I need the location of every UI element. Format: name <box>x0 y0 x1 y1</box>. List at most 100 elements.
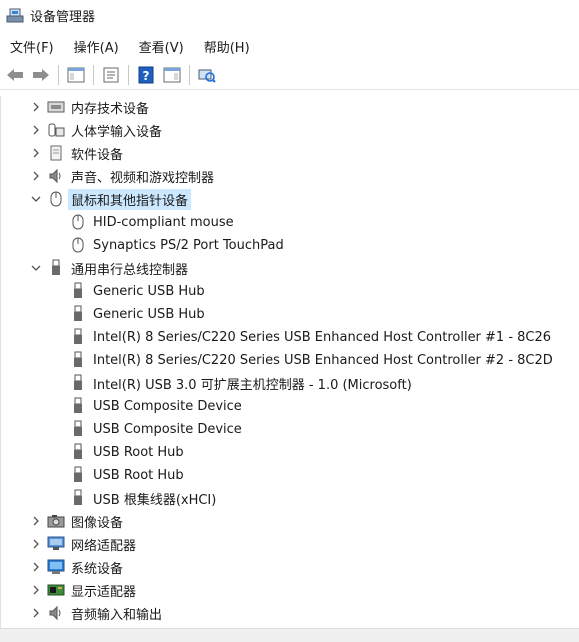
network-adapter-icon <box>47 536 65 552</box>
software-device-icon <box>47 145 65 161</box>
tree-category-label: 声音、视频和游戏控制器 <box>71 170 215 186</box>
properties-icon[interactable] <box>100 64 122 86</box>
tree-category-label: 图像设备 <box>71 515 124 531</box>
hid-icon <box>47 122 65 138</box>
tree-device-label: USB Composite Device <box>93 421 242 437</box>
tree-device-label: Generic USB Hub <box>93 283 205 299</box>
usb-icon <box>69 374 87 391</box>
tree-category-system-devices[interactable]: 系统设备 <box>31 556 123 578</box>
tree-device-item[interactable]: USB Root Hub <box>69 464 184 486</box>
tree-device-label: Intel(R) 8 Series/C220 Series USB Enhanc… <box>93 329 552 345</box>
tree-device-label: USB Composite Device <box>93 398 242 414</box>
tree-device-label: Generic USB Hub <box>93 306 205 322</box>
tree-category-label: 显示适配器 <box>71 584 137 600</box>
usb-icon <box>69 420 87 437</box>
tree-category-software-devices[interactable]: 软件设备 <box>31 142 123 164</box>
window-title: 设备管理器 <box>30 9 96 25</box>
tree-category-hid[interactable]: 人体学输入设备 <box>31 119 162 141</box>
forward-icon[interactable] <box>30 64 52 86</box>
tree-device-item[interactable]: Synaptics PS/2 Port TouchPad <box>69 234 284 256</box>
tree-device-label: Synaptics PS/2 Port TouchPad <box>93 237 284 253</box>
tree-category-label: 人体学输入设备 <box>71 124 163 140</box>
tree-category-usb-controllers[interactable]: 通用串行总线控制器 <box>31 257 188 279</box>
help-icon[interactable]: ? <box>135 64 157 86</box>
chevron-down-icon[interactable] <box>31 194 41 204</box>
usb-icon <box>69 282 87 299</box>
tree-category-memory-technology[interactable]: 内存技术设备 <box>31 96 149 118</box>
tree-device-item[interactable]: USB Root Hub <box>69 441 184 463</box>
tree-device-item[interactable]: Generic USB Hub <box>69 303 205 325</box>
scan-hardware-icon[interactable] <box>196 64 218 86</box>
mouse-icon <box>47 191 65 207</box>
tree-category-imaging-devices[interactable]: 图像设备 <box>31 510 123 532</box>
menu-help[interactable]: 帮助(H) <box>198 35 256 58</box>
tree-device-item[interactable]: USB Composite Device <box>69 395 242 417</box>
speaker-icon <box>47 168 65 184</box>
usb-icon <box>69 328 87 345</box>
usb-icon <box>69 466 87 483</box>
usb-icon <box>47 259 65 276</box>
tree-category-label: 内存技术设备 <box>71 101 150 117</box>
tree-device-label: USB Root Hub <box>93 467 184 483</box>
tree-device-label: Intel(R) 8 Series/C220 Series USB Enhanc… <box>93 352 553 368</box>
tree-device-label: Intel(R) USB 3.0 可扩展主机控制器 - 1.0 (Microso… <box>93 377 412 393</box>
device-manager-icon <box>6 7 24 23</box>
usb-icon <box>69 351 87 368</box>
chevron-down-icon[interactable] <box>31 263 41 273</box>
tree-category-label: 音频输入和输出 <box>71 607 163 623</box>
tree-device-label: USB Root Hub <box>93 444 184 460</box>
tree-device-item[interactable]: USB 根集线器(xHCI) <box>69 487 216 509</box>
tree-category-network-adapters[interactable]: 网络适配器 <box>31 533 136 555</box>
chevron-right-icon[interactable] <box>31 562 41 572</box>
tree-device-item[interactable]: Intel(R) USB 3.0 可扩展主机控制器 - 1.0 (Microso… <box>69 372 412 394</box>
toolbar-separator <box>128 64 129 85</box>
tree-category-audio-io[interactable]: 音频输入和输出 <box>31 602 162 624</box>
tree-category-label: 软件设备 <box>71 147 124 163</box>
mouse-icon <box>69 214 87 230</box>
chevron-right-icon[interactable] <box>31 171 41 181</box>
tree-device-item[interactable]: Generic USB Hub <box>69 280 205 302</box>
toolbar-separator <box>93 64 94 85</box>
chevron-right-icon[interactable] <box>31 539 41 549</box>
tree-category-mice[interactable]: 鼠标和其他指针设备 <box>31 188 192 210</box>
chevron-right-icon[interactable] <box>31 102 41 112</box>
chevron-right-icon[interactable] <box>31 125 41 135</box>
tree-device-item[interactable]: Intel(R) 8 Series/C220 Series USB Enhanc… <box>69 326 551 348</box>
chevron-right-icon[interactable] <box>31 148 41 158</box>
mouse-icon <box>69 237 87 253</box>
toolbar-separator <box>189 64 190 85</box>
back-icon[interactable] <box>4 64 26 86</box>
show-hide-console-tree-icon[interactable] <box>65 64 87 86</box>
system-device-icon <box>47 559 65 575</box>
title-bar: 设备管理器 <box>0 0 579 30</box>
menu-file[interactable]: 文件(F) <box>4 35 60 58</box>
tree-device-label: USB 根集线器(xHCI) <box>93 492 217 508</box>
tree-category-sound-video-game[interactable]: 声音、视频和游戏控制器 <box>31 165 214 187</box>
toolbar: ? <box>0 60 579 90</box>
usb-icon <box>69 305 87 322</box>
tree-category-label: 网络适配器 <box>71 538 137 554</box>
action-pane-icon[interactable] <box>161 64 183 86</box>
camera-icon <box>47 513 65 529</box>
chevron-right-icon[interactable] <box>31 516 41 526</box>
usb-icon <box>69 489 87 506</box>
display-adapter-icon <box>47 582 65 598</box>
menu-view[interactable]: 查看(V) <box>133 35 190 58</box>
status-bar <box>0 628 579 642</box>
menu-action[interactable]: 操作(A) <box>68 35 125 58</box>
audio-io-icon <box>47 605 65 621</box>
toolbar-separator <box>58 64 59 85</box>
usb-icon <box>69 397 87 414</box>
tree-device-item[interactable]: Intel(R) 8 Series/C220 Series USB Enhanc… <box>69 349 553 371</box>
tree-category-label: 通用串行总线控制器 <box>71 262 189 278</box>
tree-device-item[interactable]: HID-compliant mouse <box>69 211 234 233</box>
chevron-right-icon[interactable] <box>31 608 41 618</box>
tree-device-item[interactable]: USB Composite Device <box>69 418 242 440</box>
tree-category-display-adapters[interactable]: 显示适配器 <box>31 579 136 601</box>
tree-device-label: HID-compliant mouse <box>93 214 234 230</box>
chevron-right-icon[interactable] <box>31 585 41 595</box>
menu-bar: 文件(F) 操作(A) 查看(V) 帮助(H) <box>0 34 264 58</box>
device-tree: 内存技术设备 人体学输入设备 软件设备 声音、视频和游戏控制器 鼠标和其他指针设… <box>0 96 579 628</box>
svg-text:?: ? <box>143 69 150 83</box>
memory-chip-icon <box>47 99 65 115</box>
